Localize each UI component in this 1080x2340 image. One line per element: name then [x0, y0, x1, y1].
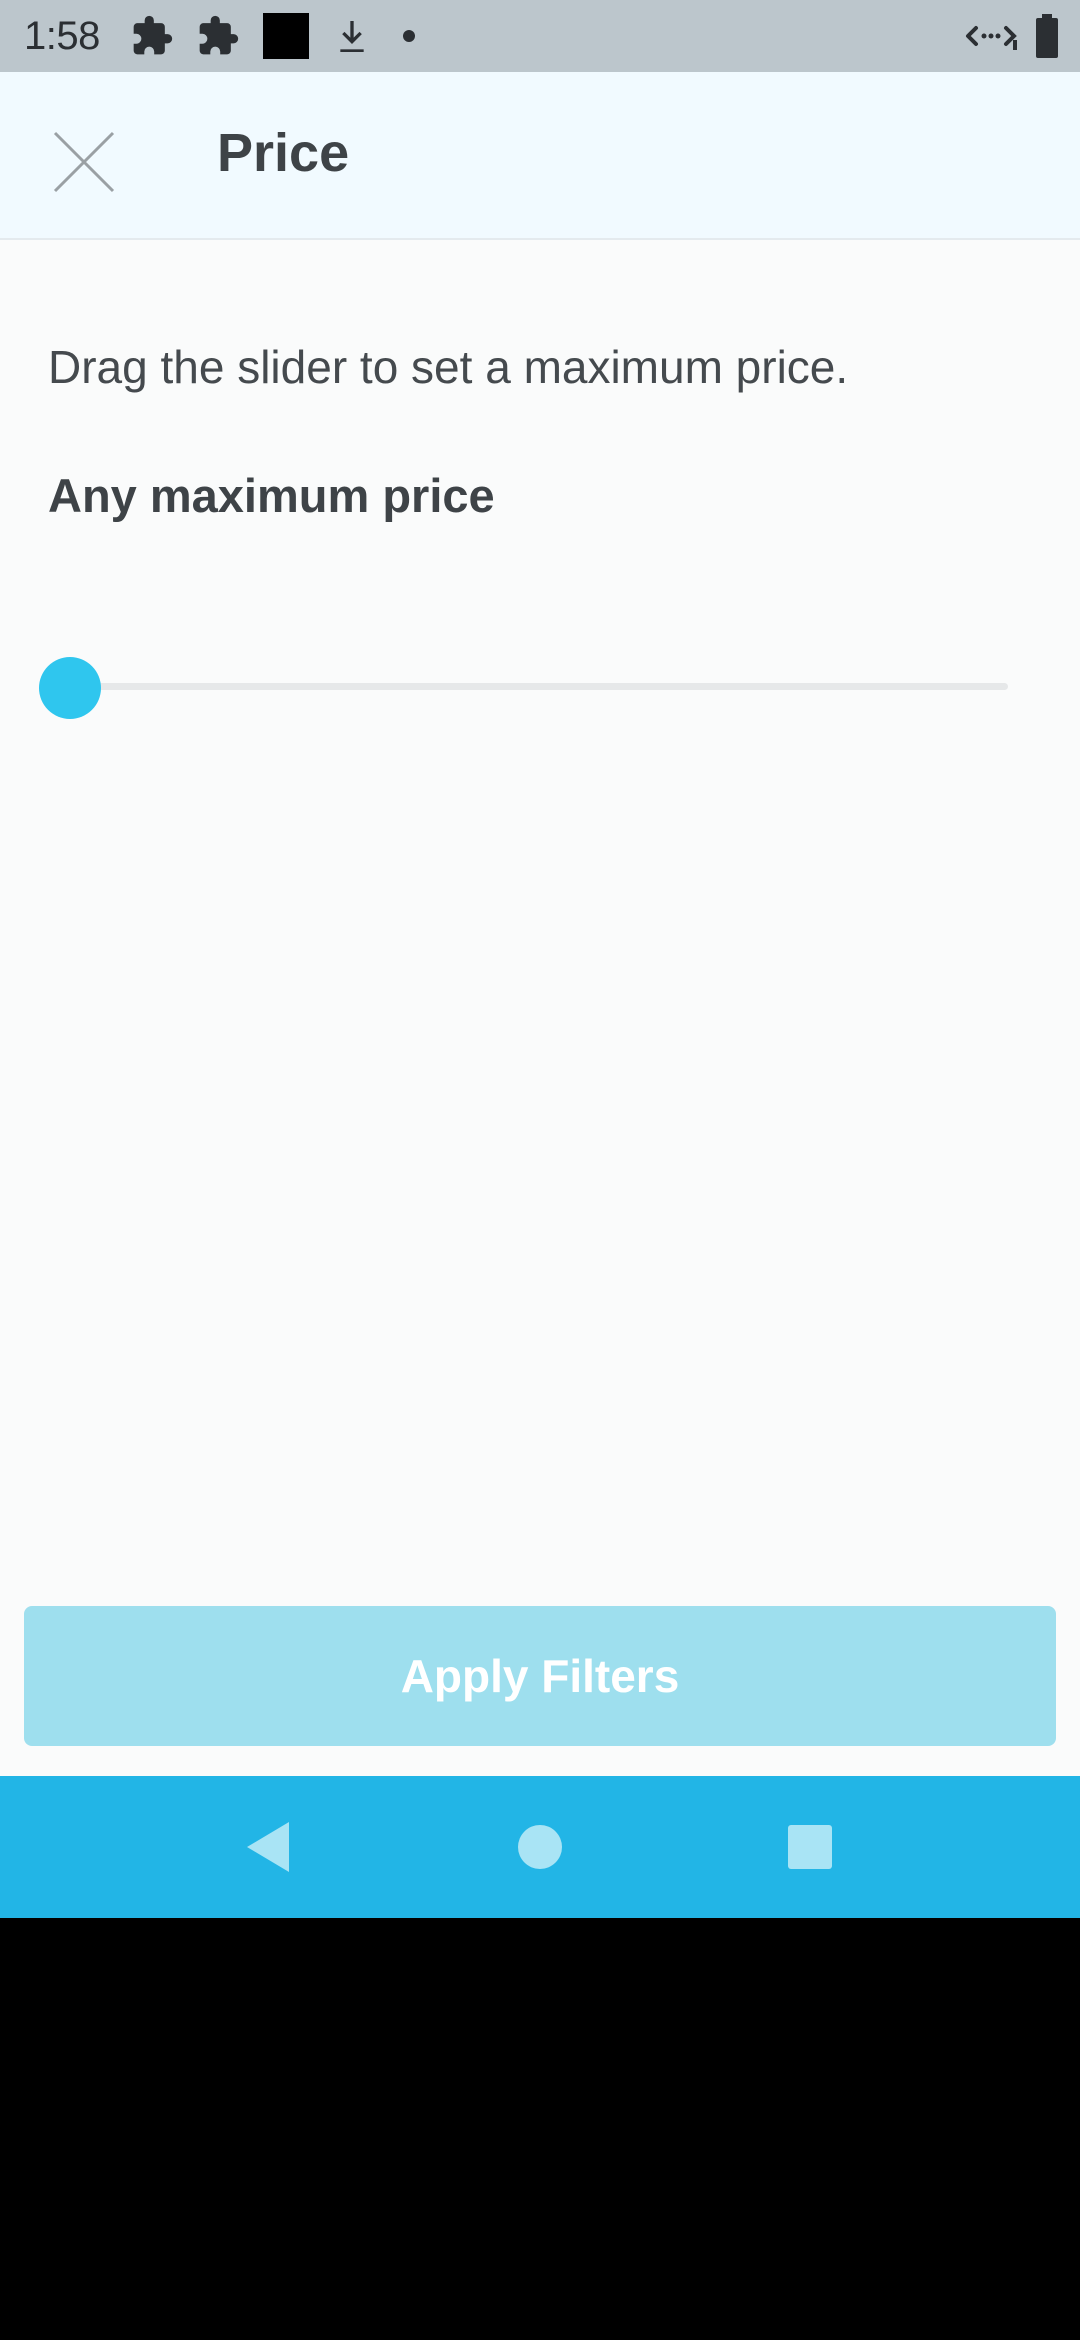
- dot-icon: [394, 21, 424, 51]
- home-icon: [518, 1825, 562, 1869]
- apply-filters-button[interactable]: Apply Filters: [24, 1606, 1056, 1746]
- download-icon: [332, 14, 372, 58]
- close-button[interactable]: [44, 122, 124, 202]
- puzzle-icon: [196, 14, 240, 58]
- data-transfer-icon: [964, 16, 1018, 56]
- status-system-icons: [964, 0, 1060, 72]
- puzzle-icon: [130, 14, 174, 58]
- max-price-slider[interactable]: [39, 652, 1020, 722]
- black-square-icon: [262, 12, 310, 60]
- status-bar: 1:58: [0, 0, 1080, 72]
- recents-icon: [788, 1825, 832, 1869]
- page-title: Price: [217, 123, 350, 183]
- instruction-text: Drag the slider to set a maximum price.: [48, 341, 849, 393]
- price-filter-screen: Price Drag the slider to set a maximum p…: [0, 72, 1080, 1776]
- slider-thumb[interactable]: [39, 657, 101, 719]
- back-button[interactable]: [198, 1776, 338, 1918]
- battery-icon: [1034, 13, 1060, 59]
- home-button[interactable]: [470, 1776, 610, 1918]
- navigation-bar: [0, 1776, 1080, 1918]
- status-notification-icons: [130, 12, 424, 60]
- bottom-letterbox: [0, 1918, 1080, 2340]
- status-time: 1:58: [24, 13, 100, 58]
- max-price-label: Any maximum price: [48, 469, 495, 522]
- recents-button[interactable]: [740, 1776, 880, 1918]
- back-icon: [247, 1822, 289, 1872]
- header: Price: [0, 72, 1080, 240]
- close-icon: [53, 131, 115, 193]
- slider-track[interactable]: [70, 683, 1008, 690]
